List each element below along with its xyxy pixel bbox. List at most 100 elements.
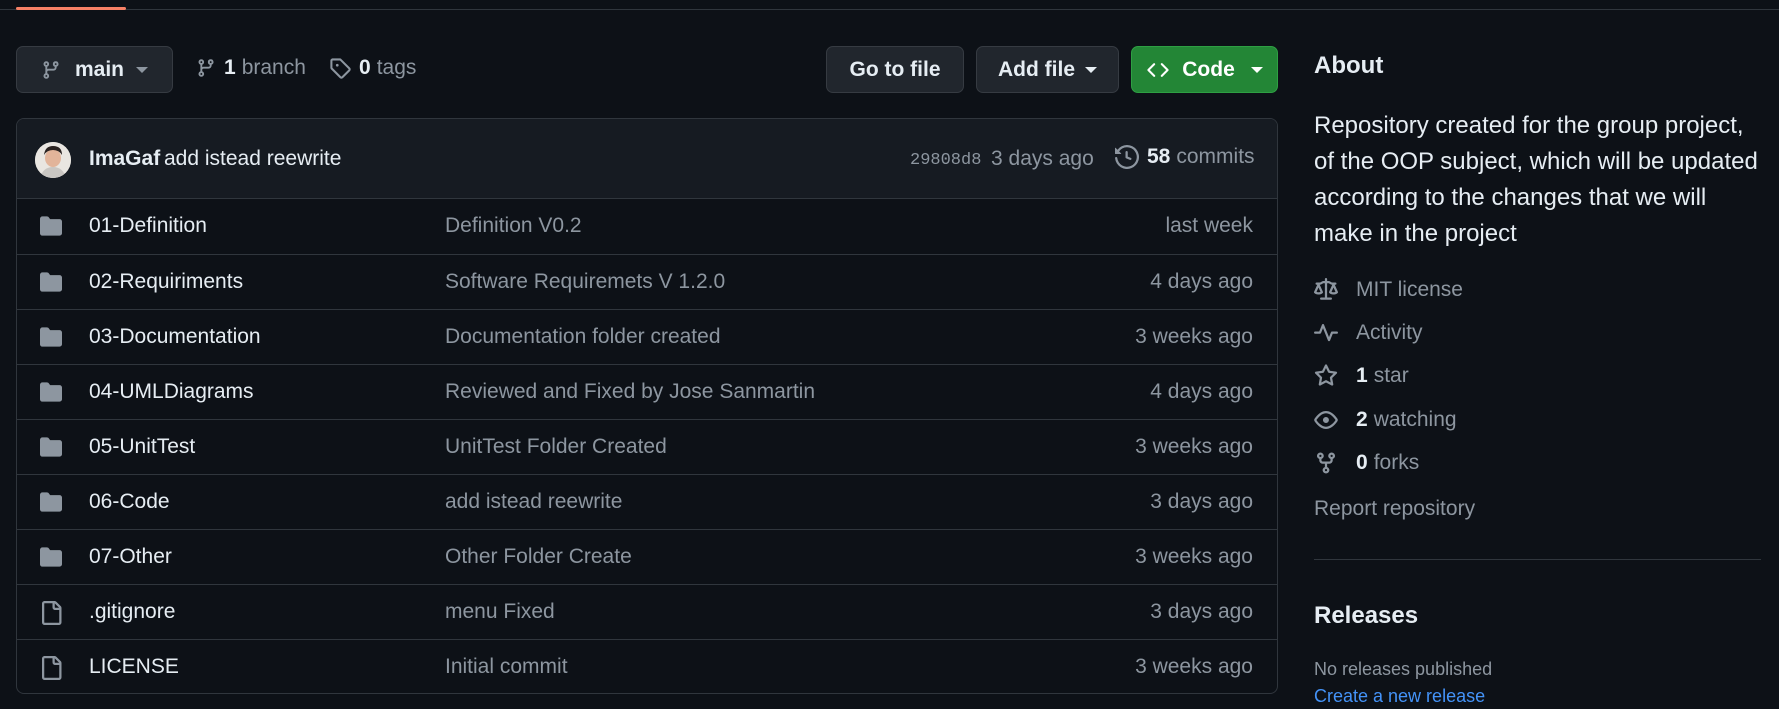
header-divider — [0, 9, 1779, 10]
file-age: 4 days ago — [1150, 270, 1253, 293]
file-icon — [42, 656, 62, 680]
folder-icon — [40, 547, 62, 567]
folder-icon — [40, 272, 62, 292]
table-row: .gitignore menu Fixed 3 days ago — [17, 584, 1277, 639]
file-name[interactable]: 03-Documentation — [89, 325, 261, 349]
file-name[interactable]: 06-Code — [89, 490, 170, 514]
file-list: 01-Definition Definition V0.2 last week … — [17, 199, 1277, 693]
commits-link[interactable]: 58 commits — [1115, 145, 1255, 169]
folder-icon — [40, 216, 62, 236]
add-file-label: Add file — [998, 57, 1075, 81]
file-name[interactable]: 04-UMLDiagrams — [89, 380, 254, 404]
file-age: 3 weeks ago — [1135, 435, 1253, 458]
commit-age: 3 days ago — [991, 147, 1094, 170]
file-name[interactable]: 05-UnitTest — [89, 435, 195, 459]
avatar[interactable] — [35, 142, 71, 178]
file-commit-message[interactable]: Definition V0.2 — [445, 214, 582, 238]
tags-link[interactable]: 0 tags — [329, 56, 416, 80]
latest-commit-bar: ImaGaf add istead reewrite 29808d8 3 day… — [17, 119, 1277, 199]
file-name[interactable]: 02-Requiriments — [89, 270, 243, 294]
folder-icon — [40, 327, 62, 347]
add-file-button[interactable]: Add file — [976, 46, 1119, 93]
file-icon — [42, 601, 62, 625]
file-commit-message[interactable]: Reviewed and Fixed by Jose Sanmartin — [445, 380, 815, 404]
code-icon — [1147, 62, 1169, 77]
about-heading: About — [1314, 52, 1384, 79]
file-name[interactable]: LICENSE — [89, 655, 179, 679]
license-link[interactable]: MIT license — [1314, 278, 1463, 302]
file-age: last week — [1165, 214, 1253, 237]
stars-label: star — [1373, 364, 1409, 387]
git-branch-icon — [198, 59, 214, 77]
table-row: 05-UnitTest UnitTest Folder Created 3 we… — [17, 419, 1277, 474]
star-icon — [1314, 364, 1338, 386]
file-age: 3 weeks ago — [1135, 545, 1253, 568]
table-row: 02-Requiriments Software Requiremets V 1… — [17, 254, 1277, 309]
commits-count: 58 — [1147, 145, 1171, 168]
file-age: 3 weeks ago — [1135, 655, 1253, 678]
file-commit-message[interactable]: Other Folder Create — [445, 545, 632, 569]
file-age: 3 days ago — [1150, 490, 1253, 513]
chevron-down-icon — [1250, 66, 1263, 73]
sidebar-divider — [1314, 559, 1761, 560]
go-to-file-button[interactable]: Go to file — [826, 46, 964, 93]
file-commit-message[interactable]: menu Fixed — [445, 600, 555, 624]
branches-link[interactable]: 1 branch — [196, 56, 306, 80]
repo-forked-icon — [1317, 452, 1335, 474]
activity-link[interactable]: Activity — [1314, 321, 1423, 345]
file-age: 4 days ago — [1150, 380, 1253, 403]
folder-icon — [40, 382, 62, 402]
table-row: LICENSE Initial commit 3 weeks ago — [17, 639, 1277, 693]
forks-label: forks — [1373, 451, 1420, 474]
tags-count: 0 — [359, 56, 371, 79]
file-commit-message[interactable]: add istead reewrite — [445, 490, 622, 514]
file-name[interactable]: 07-Other — [89, 545, 172, 569]
commit-sha[interactable]: 29808d8 — [910, 151, 981, 170]
file-age: 3 days ago — [1150, 600, 1253, 623]
table-row: 07-Other Other Folder Create 3 weeks ago — [17, 529, 1277, 584]
active-tab-indicator — [16, 7, 126, 10]
table-row: 03-Documentation Documentation folder cr… — [17, 309, 1277, 364]
file-commit-message[interactable]: UnitTest Folder Created — [445, 435, 667, 459]
commits-label: commits — [1176, 145, 1255, 168]
folder-icon — [40, 437, 62, 457]
code-button[interactable]: Code — [1131, 46, 1278, 93]
stars-count: 1 — [1356, 364, 1368, 387]
no-releases-text: No releases published — [1314, 659, 1493, 679]
create-release-link[interactable]: Create a new release — [1314, 686, 1485, 707]
activity-label: Activity — [1356, 321, 1423, 344]
stars-link[interactable]: 1 star — [1314, 364, 1409, 388]
avatar-image — [35, 142, 71, 178]
releases-heading[interactable]: Releases — [1314, 602, 1418, 630]
about-description: Repository created for the group project… — [1314, 112, 1758, 247]
file-commit-message[interactable]: Software Requiremets V 1.2.0 — [445, 270, 725, 294]
branches-count: 1 — [224, 56, 236, 79]
forks-link[interactable]: 0 forks — [1314, 451, 1419, 475]
file-name[interactable]: .gitignore — [89, 600, 175, 624]
table-row: 06-Code add istead reewrite 3 days ago — [17, 474, 1277, 529]
eye-icon — [1314, 411, 1338, 429]
forks-count: 0 — [1356, 451, 1368, 474]
watching-label: watching — [1373, 408, 1457, 431]
file-age: 3 weeks ago — [1135, 325, 1253, 348]
file-commit-message[interactable]: Documentation folder created — [445, 325, 721, 349]
file-browser: ImaGaf add istead reewrite 29808d8 3 day… — [16, 118, 1278, 694]
file-name[interactable]: 01-Definition — [89, 214, 207, 238]
chevron-down-icon — [1085, 66, 1097, 73]
code-label: Code — [1182, 57, 1235, 81]
report-repository-link[interactable]: Report repository — [1314, 497, 1475, 521]
table-row: 01-Definition Definition V0.2 last week — [17, 199, 1277, 254]
table-row: 04-UMLDiagrams Reviewed and Fixed by Jos… — [17, 364, 1277, 419]
git-branch-icon — [43, 60, 59, 79]
commit-author[interactable]: ImaGaf — [89, 147, 160, 171]
watching-count: 2 — [1356, 408, 1368, 431]
branches-label: branch — [241, 56, 306, 79]
law-icon — [1314, 278, 1338, 300]
file-commit-message[interactable]: Initial commit — [445, 655, 568, 679]
branch-select-button[interactable]: main — [16, 46, 173, 93]
tag-icon — [330, 58, 351, 79]
folder-icon — [40, 492, 62, 512]
license-label: MIT license — [1356, 278, 1463, 301]
commit-message[interactable]: add istead reewrite — [164, 147, 341, 171]
watchers-link[interactable]: 2 watching — [1314, 408, 1457, 432]
